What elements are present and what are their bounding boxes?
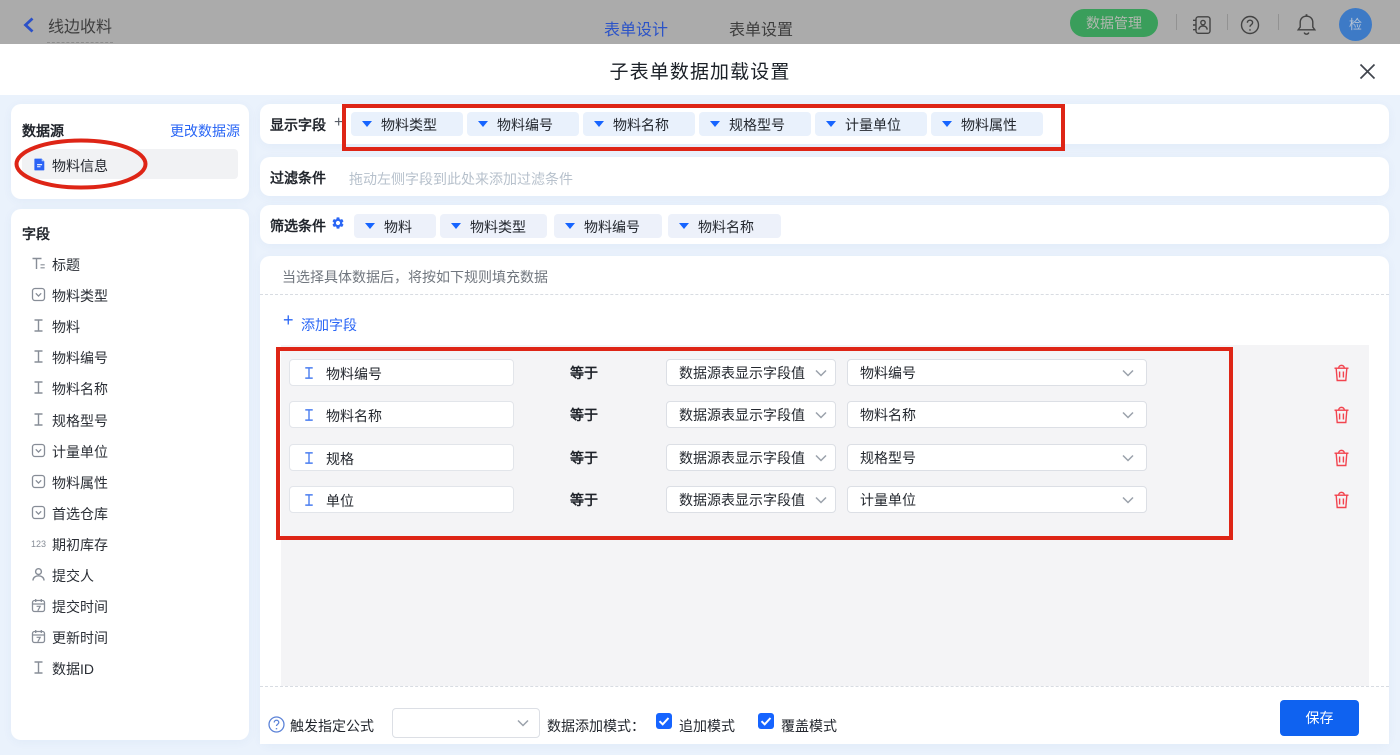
- svg-text:123: 123: [31, 539, 46, 549]
